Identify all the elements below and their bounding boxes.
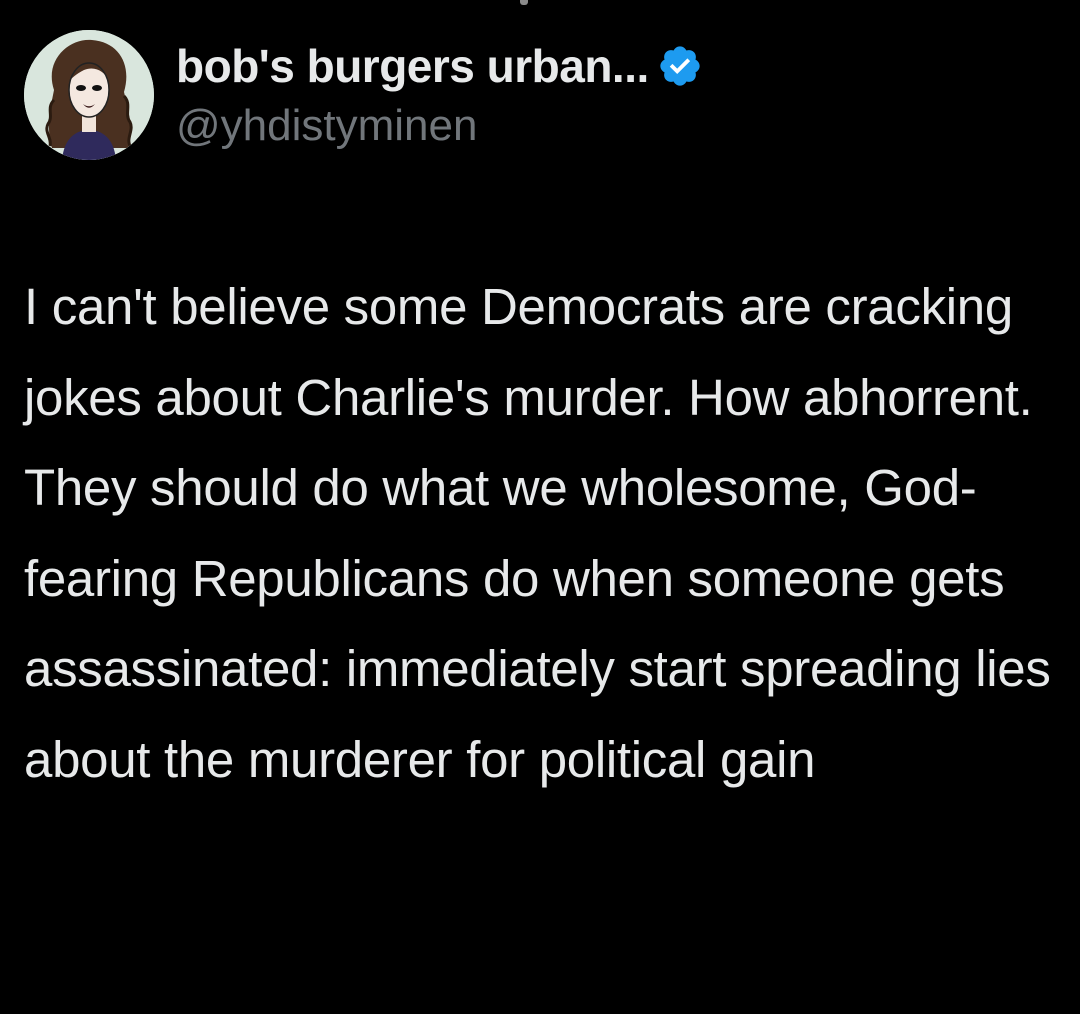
top-edge-fragment	[520, 0, 528, 5]
verified-badge-icon[interactable]	[657, 43, 703, 89]
author-names: bob's burgers urban... @yhdistyminen	[176, 35, 703, 155]
avatar-illustration-icon	[24, 30, 154, 160]
tweet-header: bob's burgers urban... @yhdistyminen	[24, 30, 1056, 160]
avatar[interactable]	[24, 30, 154, 160]
author-handle[interactable]: @yhdistyminen	[176, 97, 703, 155]
display-name-row: bob's burgers urban...	[176, 35, 703, 97]
author-display-name[interactable]: bob's burgers urban...	[176, 39, 649, 93]
tweet-text: I can't believe some Democrats are crack…	[24, 278, 1065, 788]
